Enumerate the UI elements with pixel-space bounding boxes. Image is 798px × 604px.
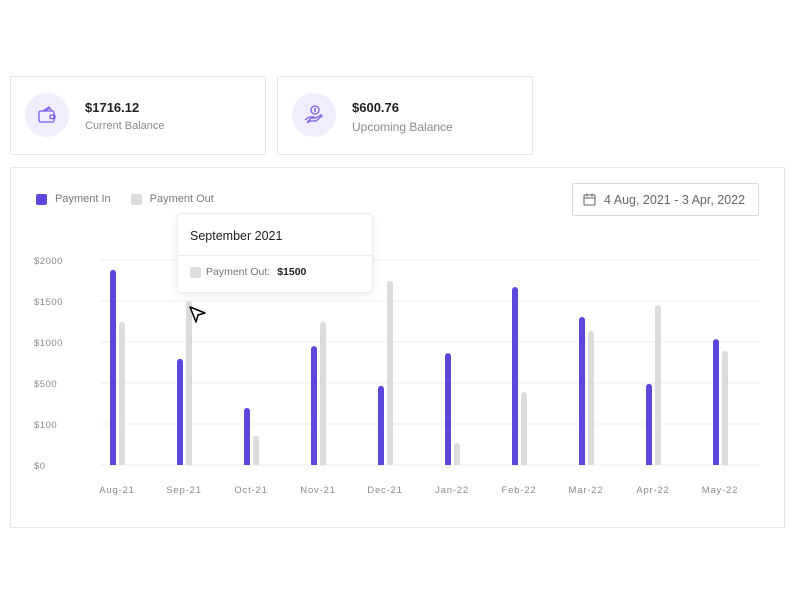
bar-payment-out [588,330,594,465]
tooltip-series: Payment Out: [206,266,271,278]
y-tick-label: $1500 [34,297,63,308]
bar-payment-out [320,321,326,465]
bar-payment-out [454,442,460,465]
y-tick-label: $0 [34,461,46,472]
x-tick-label: Apr-22 [636,485,669,496]
bar-payment-out [253,435,259,465]
bar-payment-in [713,339,719,465]
bar-payment-in [512,287,518,465]
bar-payment-in [378,385,384,465]
bar-payment-in [244,408,250,465]
bar-payment-in [646,383,652,465]
x-tick-label: Nov-21 [300,485,335,496]
bar-chart: $0 $100 $500 $1000 $1500 $2000 Aug-21 Sep-21 Oct… [34,256,760,496]
bar-payment-in [579,316,585,465]
x-tick-label: Mar-22 [569,485,604,496]
x-tick-label: Aug-21 [99,485,134,496]
y-tick-label: $500 [34,379,57,390]
y-tick-label: $1000 [34,338,63,349]
bar-payment-out [387,280,393,465]
y-tick-label: $2000 [34,256,63,267]
bar-payment-out [119,321,125,465]
y-tick-label: $100 [34,420,57,431]
x-tick-label: Dec-21 [367,485,402,496]
bar-payment-out [655,305,661,465]
tooltip-swatch [190,266,201,278]
bar-payment-in [110,269,116,465]
bar-payment-out [521,392,527,465]
mouse-cursor-icon [189,306,206,323]
bar-payment-out [186,301,192,465]
chart-tooltip: September 2021 Payment Out: $1500 [177,213,373,293]
x-tick-label: Jan-22 [435,485,469,496]
x-tick-label: Oct-21 [234,485,267,496]
tooltip-title: September 2021 [178,214,372,256]
bar-payment-in [311,346,317,465]
tooltip-row: Payment Out: $1500 [178,256,372,278]
bar-payment-in [177,358,183,465]
x-tick-label: Feb-22 [502,485,537,496]
tooltip-value: $1500 [277,266,307,278]
x-tick-label: May-22 [702,485,738,496]
bar-payment-in [445,353,451,465]
bar-payment-out [722,351,728,465]
x-tick-label: Sep-21 [166,485,201,496]
